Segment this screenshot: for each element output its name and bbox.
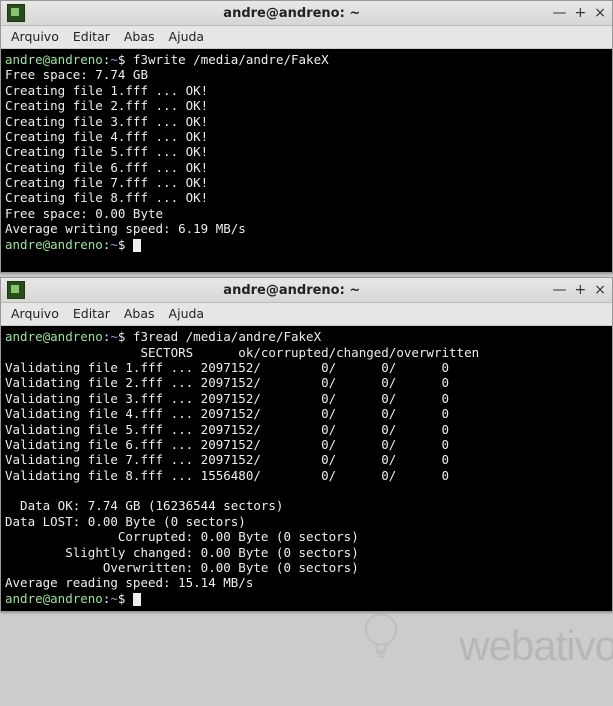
output-line: Validating file 8.fff ... 1556480/ 0/ 0/… bbox=[5, 468, 449, 483]
output-line: Validating file 1.fff ... 2097152/ 0/ 0/… bbox=[5, 360, 449, 375]
prompt-path: ~ bbox=[110, 52, 118, 67]
output-line: Free space: 0.00 Byte bbox=[5, 206, 163, 221]
prompt-symbol: $ bbox=[118, 329, 133, 344]
prompt-user: andre@andreno bbox=[5, 237, 103, 252]
cursor bbox=[133, 239, 141, 252]
output-line: Creating file 6.fff ... OK! bbox=[5, 160, 208, 175]
close-button[interactable]: × bbox=[594, 5, 606, 21]
menu-ajuda[interactable]: Ajuda bbox=[169, 29, 205, 44]
output-line: Data LOST: 0.00 Byte (0 sectors) bbox=[5, 514, 246, 529]
menu-arquivo[interactable]: Arquivo bbox=[11, 29, 59, 44]
prompt-symbol: $ bbox=[118, 52, 133, 67]
prompt-user: andre@andreno bbox=[5, 52, 103, 67]
window-title: andre@andreno: ~ bbox=[31, 6, 553, 21]
output-line: Creating file 1.fff ... OK! bbox=[5, 83, 208, 98]
titlebar[interactable]: andre@andreno: ~ — + × bbox=[1, 278, 612, 303]
output-line: Average writing speed: 6.19 MB/s bbox=[5, 221, 246, 236]
menu-editar[interactable]: Editar bbox=[73, 29, 110, 44]
window-controls: — + × bbox=[553, 5, 606, 21]
output-line: Creating file 3.fff ... OK! bbox=[5, 114, 208, 129]
lightbulb-icon bbox=[359, 610, 403, 662]
terminal-window-1: andre@andreno: ~ — + × Arquivo Editar Ab… bbox=[0, 0, 613, 273]
output-line: Validating file 4.fff ... 2097152/ 0/ 0/… bbox=[5, 406, 449, 421]
terminal-icon bbox=[7, 4, 25, 22]
cursor bbox=[133, 593, 141, 606]
menubar: Arquivo Editar Abas Ajuda bbox=[1, 26, 612, 49]
terminal-icon bbox=[7, 281, 25, 299]
menu-arquivo[interactable]: Arquivo bbox=[11, 306, 59, 321]
output-line: Creating file 2.fff ... OK! bbox=[5, 98, 208, 113]
output-line: Validating file 6.fff ... 2097152/ 0/ 0/… bbox=[5, 437, 449, 452]
maximize-button[interactable]: + bbox=[575, 5, 587, 21]
output-line: Free space: 7.74 GB bbox=[5, 67, 148, 82]
menu-abas[interactable]: Abas bbox=[124, 29, 155, 44]
titlebar[interactable]: andre@andreno: ~ — + × bbox=[1, 1, 612, 26]
menu-editar[interactable]: Editar bbox=[73, 306, 110, 321]
window-controls: — + × bbox=[553, 282, 606, 298]
output-line: Creating file 4.fff ... OK! bbox=[5, 129, 208, 144]
minimize-button[interactable]: — bbox=[553, 5, 567, 21]
prompt-path: ~ bbox=[110, 329, 118, 344]
output-line: Overwritten: 0.00 Byte (0 sectors) bbox=[5, 560, 359, 575]
prompt-user: andre@andreno bbox=[5, 329, 103, 344]
output-line: Creating file 8.fff ... OK! bbox=[5, 190, 208, 205]
command: f3write /media/andre/FakeX bbox=[133, 52, 329, 67]
command: f3read /media/andre/FakeX bbox=[133, 329, 321, 344]
prompt-path: ~ bbox=[110, 591, 118, 606]
prompt-user: andre@andreno bbox=[5, 591, 103, 606]
output-line: Creating file 7.fff ... OK! bbox=[5, 175, 208, 190]
output-line: Corrupted: 0.00 Byte (0 sectors) bbox=[5, 529, 359, 544]
terminal-output[interactable]: andre@andreno:~$ f3write /media/andre/Fa… bbox=[1, 49, 612, 272]
output-line: Validating file 3.fff ... 2097152/ 0/ 0/… bbox=[5, 391, 449, 406]
terminal-window-2: andre@andreno: ~ — + × Arquivo Editar Ab… bbox=[0, 277, 613, 612]
prompt-path: ~ bbox=[110, 237, 118, 252]
output-line: Slightly changed: 0.00 Byte (0 sectors) bbox=[5, 545, 359, 560]
output-header: SECTORS ok/corrupted/changed/overwritten bbox=[5, 345, 479, 360]
output-line: Average reading speed: 15.14 MB/s bbox=[5, 575, 253, 590]
watermark-text: webativo bbox=[459, 622, 613, 670]
close-button[interactable]: × bbox=[594, 282, 606, 298]
prompt-symbol: $ bbox=[118, 237, 133, 252]
output-line: Validating file 7.fff ... 2097152/ 0/ 0/… bbox=[5, 452, 449, 467]
output-line: Creating file 5.fff ... OK! bbox=[5, 144, 208, 159]
prompt-symbol: $ bbox=[118, 591, 133, 606]
minimize-button[interactable]: — bbox=[553, 282, 567, 298]
window-title: andre@andreno: ~ bbox=[31, 283, 553, 298]
menubar: Arquivo Editar Abas Ajuda bbox=[1, 303, 612, 326]
output-line: Validating file 2.fff ... 2097152/ 0/ 0/… bbox=[5, 375, 449, 390]
output-line: Validating file 5.fff ... 2097152/ 0/ 0/… bbox=[5, 422, 449, 437]
menu-ajuda[interactable]: Ajuda bbox=[169, 306, 205, 321]
maximize-button[interactable]: + bbox=[575, 282, 587, 298]
output-line: Data OK: 7.74 GB (16236544 sectors) bbox=[5, 498, 283, 513]
terminal-output[interactable]: andre@andreno:~$ f3read /media/andre/Fak… bbox=[1, 326, 612, 611]
menu-abas[interactable]: Abas bbox=[124, 306, 155, 321]
